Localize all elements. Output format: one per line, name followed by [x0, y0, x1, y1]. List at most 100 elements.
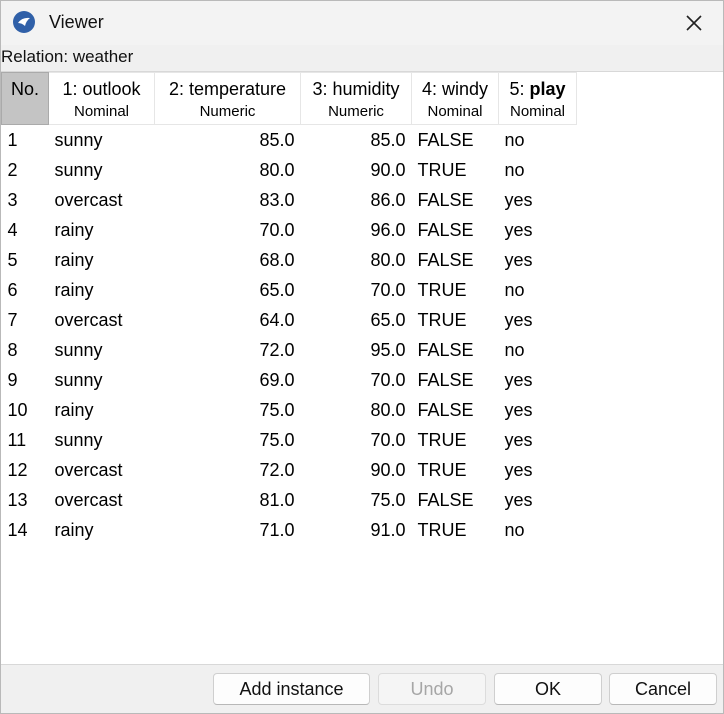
row-number[interactable]: 12 — [2, 455, 49, 485]
play-cell[interactable]: yes — [499, 245, 577, 275]
play-cell[interactable]: yes — [499, 305, 577, 335]
column-header-outlook[interactable]: 1: outlook Nominal — [48, 72, 155, 125]
outlook-cell[interactable]: sunny — [49, 125, 155, 156]
windy-cell[interactable]: TRUE — [412, 425, 499, 455]
windy-cell[interactable]: FALSE — [412, 185, 499, 215]
temperature-cell[interactable]: 71.0 — [155, 515, 301, 545]
column-header-windy[interactable]: 4: windy Nominal — [411, 72, 499, 125]
outlook-cell[interactable]: sunny — [49, 155, 155, 185]
row-number[interactable]: 2 — [2, 155, 49, 185]
play-cell[interactable]: yes — [499, 425, 577, 455]
play-cell[interactable]: yes — [499, 185, 577, 215]
table-row[interactable]: 1 sunny 85.0 85.0 FALSE no — [2, 125, 577, 156]
play-cell[interactable]: yes — [499, 395, 577, 425]
outlook-cell[interactable]: overcast — [49, 485, 155, 515]
humidity-cell[interactable]: 70.0 — [301, 425, 412, 455]
table-row[interactable]: 14 rainy 71.0 91.0 TRUE no — [2, 515, 577, 545]
row-number[interactable]: 6 — [2, 275, 49, 305]
windy-cell[interactable]: FALSE — [412, 485, 499, 515]
windy-cell[interactable]: FALSE — [412, 365, 499, 395]
play-cell[interactable]: no — [499, 125, 577, 156]
humidity-cell[interactable]: 86.0 — [301, 185, 412, 215]
temperature-cell[interactable]: 75.0 — [155, 425, 301, 455]
play-cell[interactable]: no — [499, 275, 577, 305]
column-header-play[interactable]: 5: play Nominal — [498, 72, 577, 125]
windy-cell[interactable]: TRUE — [412, 305, 499, 335]
play-cell[interactable]: yes — [499, 455, 577, 485]
windy-cell[interactable]: FALSE — [412, 395, 499, 425]
play-cell[interactable]: yes — [499, 485, 577, 515]
row-number[interactable]: 4 — [2, 215, 49, 245]
table-row[interactable]: 2 sunny 80.0 90.0 TRUE no — [2, 155, 577, 185]
play-cell[interactable]: yes — [499, 365, 577, 395]
temperature-cell[interactable]: 72.0 — [155, 455, 301, 485]
temperature-cell[interactable]: 83.0 — [155, 185, 301, 215]
column-header-temperature[interactable]: 2: temperature Numeric — [154, 72, 301, 125]
data-table-area[interactable]: No. 1: outlook Nominal 2: temperature Nu… — [1, 71, 723, 665]
column-header-humidity[interactable]: 3: humidity Numeric — [300, 72, 412, 125]
humidity-cell[interactable]: 80.0 — [301, 395, 412, 425]
row-number[interactable]: 13 — [2, 485, 49, 515]
humidity-cell[interactable]: 96.0 — [301, 215, 412, 245]
outlook-cell[interactable]: sunny — [49, 425, 155, 455]
outlook-cell[interactable]: rainy — [49, 215, 155, 245]
row-number[interactable]: 7 — [2, 305, 49, 335]
row-number[interactable]: 10 — [2, 395, 49, 425]
table-row[interactable]: 9 sunny 69.0 70.0 FALSE yes — [2, 365, 577, 395]
undo-button[interactable]: Undo — [378, 673, 486, 705]
row-number[interactable]: 8 — [2, 335, 49, 365]
windy-cell[interactable]: TRUE — [412, 155, 499, 185]
outlook-cell[interactable]: sunny — [49, 335, 155, 365]
windy-cell[interactable]: FALSE — [412, 335, 499, 365]
temperature-cell[interactable]: 70.0 — [155, 215, 301, 245]
cancel-button[interactable]: Cancel — [609, 673, 717, 705]
windy-cell[interactable]: FALSE — [412, 125, 499, 156]
row-number[interactable]: 14 — [2, 515, 49, 545]
temperature-cell[interactable]: 81.0 — [155, 485, 301, 515]
humidity-cell[interactable]: 90.0 — [301, 455, 412, 485]
outlook-cell[interactable]: overcast — [49, 305, 155, 335]
play-cell[interactable]: no — [499, 515, 577, 545]
humidity-cell[interactable]: 75.0 — [301, 485, 412, 515]
row-number[interactable]: 9 — [2, 365, 49, 395]
row-number[interactable]: 3 — [2, 185, 49, 215]
play-cell[interactable]: no — [499, 155, 577, 185]
humidity-cell[interactable]: 90.0 — [301, 155, 412, 185]
outlook-cell[interactable]: rainy — [49, 395, 155, 425]
outlook-cell[interactable]: sunny — [49, 365, 155, 395]
play-cell[interactable]: no — [499, 335, 577, 365]
outlook-cell[interactable]: overcast — [49, 185, 155, 215]
outlook-cell[interactable]: rainy — [49, 275, 155, 305]
temperature-cell[interactable]: 68.0 — [155, 245, 301, 275]
table-row[interactable]: 6 rainy 65.0 70.0 TRUE no — [2, 275, 577, 305]
row-number[interactable]: 11 — [2, 425, 49, 455]
temperature-cell[interactable]: 80.0 — [155, 155, 301, 185]
temperature-cell[interactable]: 85.0 — [155, 125, 301, 156]
row-number[interactable]: 5 — [2, 245, 49, 275]
humidity-cell[interactable]: 85.0 — [301, 125, 412, 156]
humidity-cell[interactable]: 70.0 — [301, 275, 412, 305]
table-row[interactable]: 4 rainy 70.0 96.0 FALSE yes — [2, 215, 577, 245]
temperature-cell[interactable]: 72.0 — [155, 335, 301, 365]
play-cell[interactable]: yes — [499, 215, 577, 245]
humidity-cell[interactable]: 95.0 — [301, 335, 412, 365]
humidity-cell[interactable]: 70.0 — [301, 365, 412, 395]
table-row[interactable]: 7 overcast 64.0 65.0 TRUE yes — [2, 305, 577, 335]
close-icon[interactable] — [679, 9, 709, 37]
windy-cell[interactable]: FALSE — [412, 245, 499, 275]
ok-button[interactable]: OK — [494, 673, 602, 705]
humidity-cell[interactable]: 65.0 — [301, 305, 412, 335]
row-number[interactable]: 1 — [2, 125, 49, 156]
column-header-no[interactable]: No. — [1, 72, 49, 125]
table-row[interactable]: 3 overcast 83.0 86.0 FALSE yes — [2, 185, 577, 215]
temperature-cell[interactable]: 65.0 — [155, 275, 301, 305]
outlook-cell[interactable]: rainy — [49, 245, 155, 275]
windy-cell[interactable]: TRUE — [412, 455, 499, 485]
table-row[interactable]: 13 overcast 81.0 75.0 FALSE yes — [2, 485, 577, 515]
outlook-cell[interactable]: overcast — [49, 455, 155, 485]
table-row[interactable]: 10 rainy 75.0 80.0 FALSE yes — [2, 395, 577, 425]
temperature-cell[interactable]: 75.0 — [155, 395, 301, 425]
temperature-cell[interactable]: 69.0 — [155, 365, 301, 395]
table-row[interactable]: 5 rainy 68.0 80.0 FALSE yes — [2, 245, 577, 275]
add-instance-button[interactable]: Add instance — [213, 673, 370, 705]
